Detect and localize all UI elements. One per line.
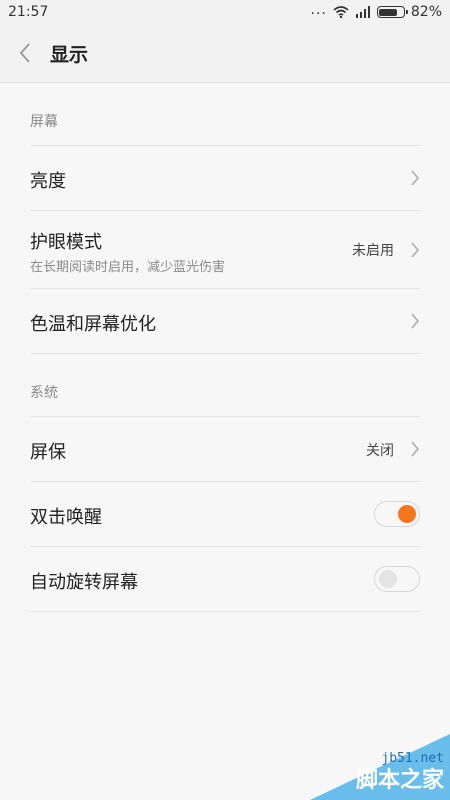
status-time: 21:57 bbox=[8, 4, 49, 20]
battery-fill bbox=[379, 8, 398, 16]
status-icons: ... 82% bbox=[305, 2, 442, 20]
item-label: 屏保 bbox=[30, 442, 66, 463]
item-label: 护眼模式 bbox=[30, 232, 102, 253]
section-header-system: 系统 bbox=[0, 354, 450, 416]
item-label: 双击唤醒 bbox=[30, 507, 102, 528]
item-label: 亮度 bbox=[30, 171, 66, 192]
auto-rotate-toggle[interactable] bbox=[374, 566, 420, 592]
status-bar: 21:57 ... 82% bbox=[0, 0, 450, 26]
battery-percent: 82% bbox=[410, 4, 442, 20]
double-tap-wake-toggle[interactable] bbox=[374, 501, 420, 527]
setting-brightness[interactable]: 亮度 bbox=[30, 145, 420, 210]
item-value: 关闭 bbox=[366, 443, 394, 459]
section-title: 屏幕 bbox=[30, 114, 58, 130]
battery-icon bbox=[376, 6, 408, 18]
section-header-screen: 屏幕 bbox=[0, 83, 450, 145]
wifi-icon bbox=[333, 6, 349, 18]
item-value: 未启用 bbox=[352, 243, 394, 259]
chevron-right-icon bbox=[411, 313, 419, 329]
setting-screensaver[interactable]: 屏保 关闭 bbox=[30, 416, 420, 481]
app-header: 显示 bbox=[0, 26, 450, 83]
chevron-right-icon bbox=[411, 170, 419, 186]
signal-icon bbox=[355, 6, 370, 18]
watermark: jb51.net 脚本之家 bbox=[310, 734, 450, 800]
page-title: 显示 bbox=[50, 44, 89, 66]
section-title: 系统 bbox=[30, 385, 58, 401]
more-dots-icon: ... bbox=[310, 2, 327, 18]
chevron-right-icon bbox=[411, 242, 419, 258]
settings-list: 屏幕 亮度 护眼模式 在长期阅读时启用，减少蓝光伤害 未启用 色温和屏幕优化 系… bbox=[0, 83, 450, 612]
chevron-right-icon bbox=[411, 441, 419, 457]
setting-double-tap-wake: 双击唤醒 bbox=[30, 481, 420, 546]
toggle-knob bbox=[379, 570, 397, 588]
item-description: 在长期阅读时启用，减少蓝光伤害 bbox=[30, 260, 226, 275]
watermark-brand: 脚本之家 bbox=[355, 768, 444, 793]
chevron-left-icon[interactable] bbox=[18, 42, 32, 64]
setting-auto-rotate: 自动旋转屏幕 bbox=[30, 546, 420, 612]
toggle-knob bbox=[398, 505, 416, 523]
item-label: 色温和屏幕优化 bbox=[30, 314, 156, 335]
item-label: 自动旋转屏幕 bbox=[30, 572, 138, 593]
setting-eye-protection[interactable]: 护眼模式 在长期阅读时启用，减少蓝光伤害 未启用 bbox=[30, 210, 420, 288]
setting-color-temperature[interactable]: 色温和屏幕优化 bbox=[30, 288, 420, 354]
